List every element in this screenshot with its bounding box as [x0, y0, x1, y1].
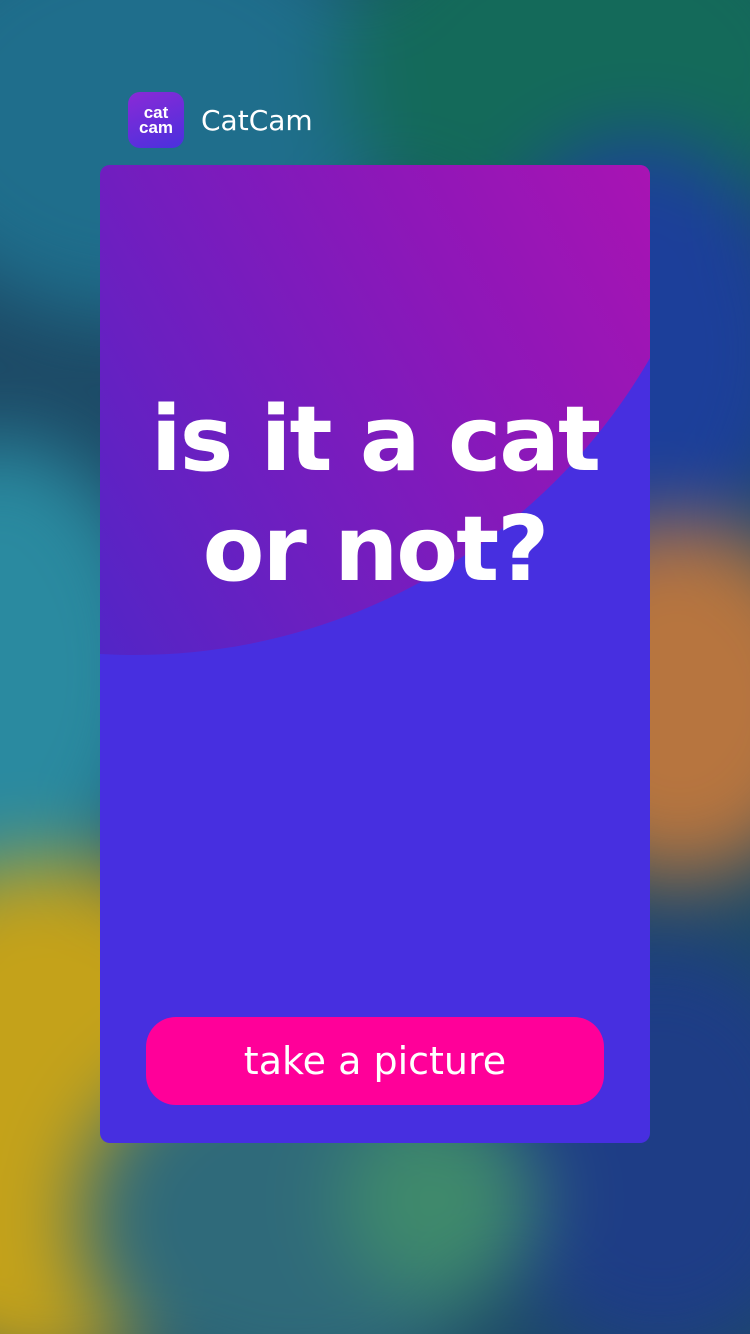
take-picture-button[interactable]: take a picture	[146, 1017, 604, 1105]
app-card[interactable]: is it a cat or not? take a picture	[100, 165, 650, 1143]
app-header[interactable]: cat cam CatCam	[128, 92, 313, 148]
catcam-app-icon[interactable]: cat cam	[128, 92, 184, 148]
app-icon-text-cam: cam	[138, 118, 174, 137]
app-name: CatCam	[201, 103, 313, 137]
app-switcher-screen: cat cam CatCam is it a cat or not? take …	[0, 0, 750, 1334]
headline-line-1: is it a cat	[150, 387, 601, 492]
headline-line-2: or not?	[202, 497, 550, 602]
headline: is it a cat or not?	[100, 385, 650, 605]
